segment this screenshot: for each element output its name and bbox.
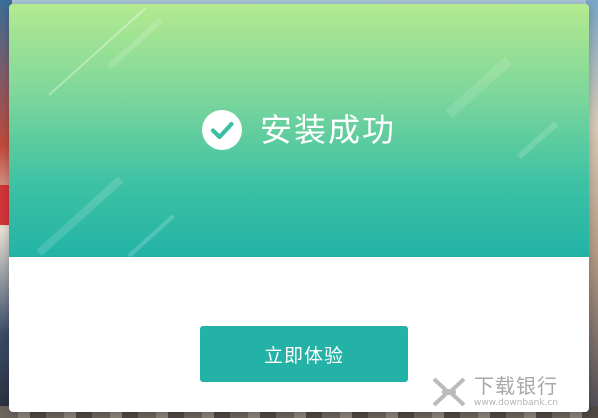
try-now-button[interactable]: 立即体验	[200, 326, 408, 382]
decorative-streak	[36, 176, 124, 256]
watermark: 下载银行 www.downbank.cn	[430, 370, 590, 414]
status-title: 安装成功	[259, 111, 396, 149]
check-circle-icon	[201, 110, 242, 150]
install-success-dialog: 安装成功 立即体验	[9, 4, 589, 412]
watermark-text: 下载银行 www.downbank.cn	[474, 376, 558, 408]
decorative-streak	[127, 214, 175, 257]
install-status: 安装成功	[9, 110, 589, 150]
dialog-header: 安装成功	[9, 4, 589, 257]
decorative-streak	[48, 7, 147, 96]
decorative-streak	[445, 56, 512, 118]
decorative-streak	[106, 17, 164, 70]
watermark-url: www.downbank.cn	[474, 398, 559, 408]
downbank-logo-icon	[432, 377, 466, 407]
watermark-name: 下载银行	[474, 374, 558, 398]
